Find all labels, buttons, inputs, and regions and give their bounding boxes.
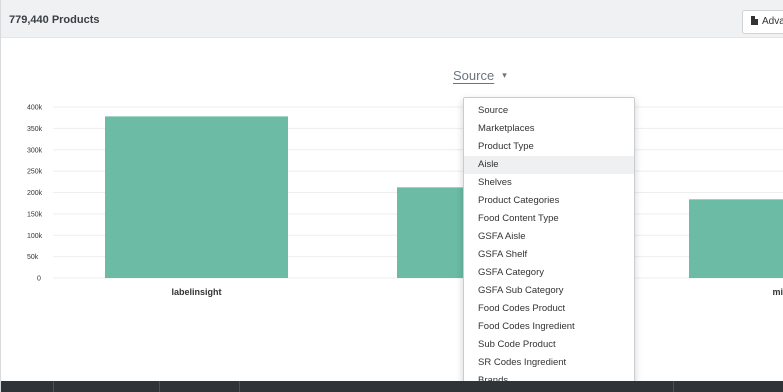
source-dropdown-menu: Source Marketplaces Product Type Aisle Shelv… [463,97,635,392]
products-panel: 779,440 Products Adva Source ▾ 400k 350k 30… [0,0,783,392]
advanced-button[interactable]: Adva [742,10,783,34]
dropdown-item[interactable]: Food Codes Ingredient [464,318,634,336]
advanced-button-label: Adva [762,16,783,27]
dropdown-item[interactable]: Product Type [464,138,634,156]
bar[interactable] [689,199,783,278]
y-tick-label: 300k [27,147,43,154]
column-divider [159,381,160,392]
product-count: 779,440 Products [9,14,100,26]
y-tick-label: 0 [37,276,41,283]
dropdown-item[interactable]: Sub Code Product [464,336,634,354]
dropdown-item[interactable]: Source [464,102,634,120]
dropdown-item[interactable]: Shelves [464,174,634,192]
bar-chart: 400k 350k 300k 250k 200k 150k 100k 50k 0 labelins… [27,105,783,297]
table-header-bar [1,381,783,392]
category-label: min [772,287,783,297]
dropdown-item[interactable]: GSFA Category [464,264,634,282]
dropdown-item[interactable]: Food Content Type [464,210,634,228]
y-tick-label: 100k [27,233,43,240]
dropdown-item[interactable]: SR Codes Ingredient [464,354,634,372]
dropdown-item[interactable]: Aisle [464,156,634,174]
bar[interactable] [105,116,288,278]
document-icon [751,16,758,25]
category-label: labelinsight [171,287,221,297]
y-tick-label: 150k [27,211,43,218]
column-divider [673,381,674,392]
y-tick-label: 50k [27,254,39,261]
y-tick-label: 350k [27,126,43,133]
panel-header: 779,440 Products Adva [1,0,783,38]
column-divider [53,381,54,392]
dropdown-item[interactable]: GSFA Shelf [464,246,634,264]
dropdown-item[interactable]: Food Codes Product [464,300,634,318]
dropdown-item[interactable]: GSFA Sub Category [464,282,634,300]
y-tick-label: 200k [27,190,43,197]
dropdown-item[interactable]: GSFA Aisle [464,228,634,246]
y-tick-label: 400k [27,105,43,112]
column-divider [239,381,240,392]
dropdown-item[interactable]: Product Categories [464,192,634,210]
chart-area: Source ▾ 400k 350k 300k 250k 200k 150k 100k 50k 0… [1,38,783,376]
dropdown-item[interactable]: Marketplaces [464,120,634,138]
y-tick-label: 250k [27,169,43,176]
